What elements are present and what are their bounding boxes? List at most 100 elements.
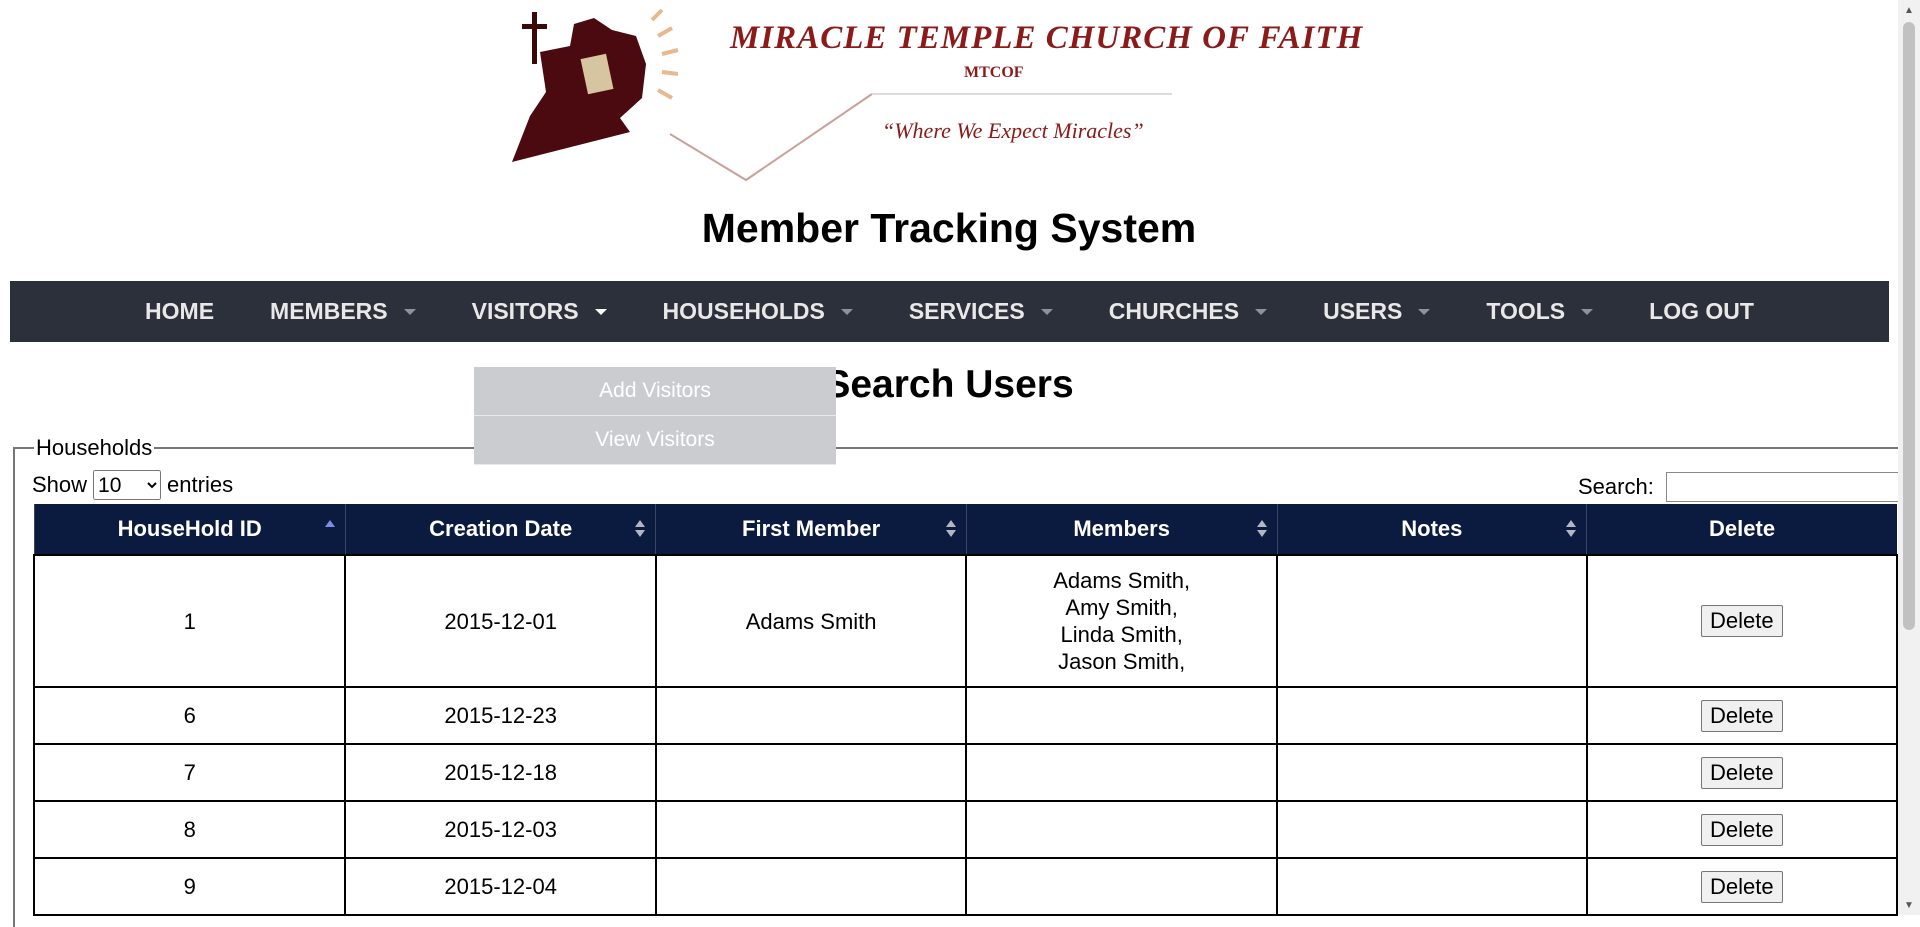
nav-item-users[interactable]: USERS [1295,281,1458,342]
nav-item-label: VISITORS [471,298,579,324]
first-member-cell [654,800,968,859]
nav-item-visitors[interactable]: VISITORS [444,281,635,342]
caret-down-icon [1418,308,1431,315]
first-member-cell [654,743,968,802]
nav-item-services[interactable]: SERVICES [881,281,1081,342]
column-header-label: Members [1073,516,1170,541]
nav-item-label: HOUSEHOLDS [662,298,825,324]
member-name: Linda Smith, [1060,622,1183,647]
delete-button[interactable]: Delete [1701,813,1783,846]
nav-item-members[interactable]: MEMBERS [242,281,444,342]
nav-item-label: LOG OUT [1649,298,1754,324]
caret-down-icon [1255,308,1268,315]
column-header-label: Notes [1401,516,1463,541]
household-id-cell: 8 [32,800,347,859]
church-abbreviation: MTCOF [964,64,1024,81]
members-cell [965,743,1279,802]
creation-date-cell: 2015-12-03 [344,800,657,859]
table-row: 1 2015-12-01 Adams Smith Adams Smith, Amy Sm… [32,554,1899,688]
page-content: MIRACLE TEMPLE CHURCH OF FAITH MTCOF “Wh… [0,0,1906,927]
delete-cell: Delete [1585,743,1899,802]
household-id-cell: 7 [32,743,347,802]
delete-cell: Delete [1585,554,1899,688]
column-header-delete: Delete [1586,504,1897,555]
nav-item-log-out[interactable]: LOG OUT [1621,281,1782,342]
caret-down-icon [840,308,853,315]
page-length-select[interactable]: 10 [93,470,162,500]
notes-cell [1276,857,1588,916]
nav-item-label: HOME [145,298,215,324]
caret-down-icon [594,308,607,315]
table-row: 9 2015-12-04 Delete [32,857,1899,916]
first-member-cell [654,857,968,916]
households-table: HouseHold ID Creation Date First Member Mem… [32,504,1899,916]
table-header-row: HouseHold ID Creation Date First Member Mem… [33,504,1897,555]
table-row: 8 2015-12-03 Delete [32,800,1899,859]
delete-cell: Delete [1585,857,1899,916]
delete-button[interactable]: Delete [1701,605,1783,637]
sort-both-icon [945,520,956,540]
nav-item-home[interactable]: HOME [117,281,242,342]
delete-button[interactable]: Delete [1701,699,1783,732]
church-name: MIRACLE TEMPLE CHURCH OF FAITH [730,20,1364,56]
nav-item-label: MEMBERS [270,298,388,324]
member-name: Amy Smith, [1065,595,1178,620]
column-header-label: HouseHold ID [117,516,262,541]
page-heading: Search Users [824,363,1074,406]
page-length-control: Show 10 entries [32,470,233,500]
members-cell [965,800,1279,859]
notes-cell [1276,554,1588,688]
column-header-first-member[interactable]: First Member [655,504,967,555]
nav-item-households[interactable]: HOUSEHOLDS [635,281,881,342]
scroll-down-arrow-icon[interactable]: ▼ [1898,895,1920,915]
first-member-cell [654,686,968,745]
household-id-cell: 1 [32,554,347,688]
delete-button[interactable]: Delete [1701,870,1783,903]
show-label: Show [32,472,88,497]
member-name: Jason Smith, [1058,649,1186,674]
column-header-label: First Member [742,516,881,541]
scrollbar-thumb[interactable] [1903,22,1915,630]
sort-both-icon [635,520,646,540]
creation-date-cell: 2015-12-04 [344,857,657,916]
members-cell: Adams Smith, Amy Smith, Linda Smith, Jason … [965,554,1279,688]
church-tagline: “Where We Expect Miracles” [882,118,1144,143]
nav-item-tools[interactable]: TOOLS [1458,281,1621,342]
menu-item-view-visitors[interactable]: View Visitors [474,416,836,465]
notes-cell [1276,686,1588,745]
notes-cell [1276,743,1588,802]
nav-item-label: TOOLS [1486,298,1566,324]
vertical-scrollbar[interactable]: ▲ ▼ [1898,0,1920,915]
table-row: 7 2015-12-18 Delete [32,743,1899,802]
delete-cell: Delete [1585,686,1899,745]
column-header-household-id[interactable]: HouseHold ID [33,504,346,555]
menu-item-add-visitors[interactable]: Add Visitors [474,367,836,416]
column-header-notes[interactable]: Notes [1276,504,1587,555]
delete-button[interactable]: Delete [1701,756,1783,789]
household-id-cell: 9 [32,857,347,916]
church-logo: MIRACLE TEMPLE CHURCH OF FAITH MTCOF “Wh… [512,6,1362,184]
sort-both-icon [1256,520,1267,540]
main-nav: HOME MEMBERS VISITORS HOUSEHOLDS SERVICES CHU… [10,281,1889,342]
members-cell [965,857,1279,916]
first-member-cell: Adams Smith [654,554,968,688]
column-header-members[interactable]: Members [965,504,1278,555]
column-header-label: Delete [1709,516,1776,541]
nav-item-churches[interactable]: CHURCHES [1081,281,1295,342]
scroll-up-arrow-icon[interactable]: ▲ [1898,0,1920,20]
caret-down-icon [1040,308,1053,315]
caret-down-icon [1581,308,1594,315]
search-input[interactable] [1665,472,1906,502]
nav-item-label: SERVICES [908,298,1025,324]
household-id-cell: 6 [32,686,347,745]
column-header-creation-date[interactable]: Creation Date [344,504,656,555]
sort-ascending-icon [324,520,335,540]
nav-item-label: USERS [1323,298,1403,324]
households-legend: Households [34,435,155,461]
creation-date-cell: 2015-12-23 [344,686,657,745]
entries-label: entries [167,472,234,497]
nav-item-label: CHURCHES [1108,298,1240,324]
member-name: Adams Smith, [1053,568,1191,593]
members-cell [965,686,1279,745]
search-label: Search: [1578,474,1654,499]
